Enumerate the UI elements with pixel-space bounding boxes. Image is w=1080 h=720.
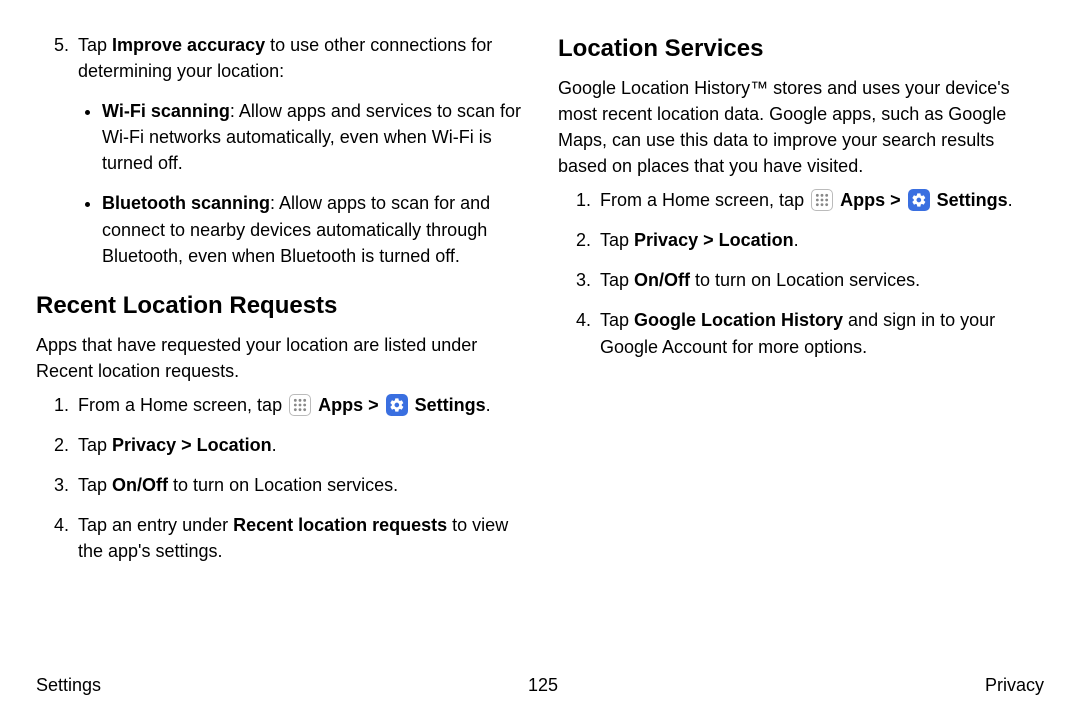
ls2-e: . bbox=[272, 435, 277, 455]
rs2-d: Location bbox=[719, 230, 794, 250]
right-column: Location Services Google Location Histor… bbox=[558, 32, 1044, 578]
rs1-end: . bbox=[1008, 190, 1013, 210]
location-services-heading: Location Services bbox=[558, 32, 1044, 67]
rs3-a: Tap bbox=[600, 270, 634, 290]
left-step-2: Tap Privacy > Location. bbox=[74, 432, 522, 458]
continued-steps-list: Tap Improve accuracy to use other connec… bbox=[36, 32, 522, 269]
ls1-a: From a Home screen, tap bbox=[78, 395, 287, 415]
ls1-sep: > bbox=[363, 395, 384, 415]
right-step-4: Tap Google Location History and sign in … bbox=[596, 307, 1044, 359]
apps-icon bbox=[289, 394, 311, 416]
left-step-3: Tap On/Off to turn on Location services. bbox=[74, 472, 522, 498]
ls3-c: to turn on Location services. bbox=[168, 475, 398, 495]
rs2-c: > bbox=[698, 230, 719, 250]
footer-page-number: 125 bbox=[528, 672, 558, 698]
left-column: Tap Improve accuracy to use other connec… bbox=[36, 32, 522, 578]
step5-text-a: Tap bbox=[78, 35, 112, 55]
rs3-c: to turn on Location services. bbox=[690, 270, 920, 290]
ls1-settings: Settings bbox=[415, 395, 486, 415]
left-step-1: From a Home screen, tap Apps > Settings. bbox=[74, 392, 522, 418]
rs2-e: . bbox=[794, 230, 799, 250]
ls2-b: Privacy bbox=[112, 435, 176, 455]
rs2-a: Tap bbox=[600, 230, 634, 250]
step5-bold: Improve accuracy bbox=[112, 35, 265, 55]
ls4-b: Recent location requests bbox=[233, 515, 447, 535]
left-step-4: Tap an entry under Recent location reque… bbox=[74, 512, 522, 564]
right-step-3: Tap On/Off to turn on Location services. bbox=[596, 267, 1044, 293]
content-columns: Tap Improve accuracy to use other connec… bbox=[36, 32, 1044, 578]
ls2-a: Tap bbox=[78, 435, 112, 455]
right-step-1: From a Home screen, tap Apps > Settings. bbox=[596, 187, 1044, 213]
rs1-a: From a Home screen, tap bbox=[600, 190, 809, 210]
location-services-intro: Google Location History™ stores and uses… bbox=[558, 75, 1044, 179]
ls3-b: On/Off bbox=[112, 475, 168, 495]
right-step-2: Tap Privacy > Location. bbox=[596, 227, 1044, 253]
rs1-sep: > bbox=[885, 190, 906, 210]
rs1-settings: Settings bbox=[937, 190, 1008, 210]
step-5: Tap Improve accuracy to use other connec… bbox=[74, 32, 522, 269]
rs3-b: On/Off bbox=[634, 270, 690, 290]
ls1-end: . bbox=[486, 395, 491, 415]
settings-icon bbox=[908, 189, 930, 211]
rs4-a: Tap bbox=[600, 310, 634, 330]
location-services-steps: From a Home screen, tap Apps > Settings.… bbox=[558, 187, 1044, 359]
ls2-d: Location bbox=[197, 435, 272, 455]
page-footer: Settings 125 Privacy bbox=[36, 672, 1044, 698]
bullet-bluetooth: Bluetooth scanning: Allow apps to scan f… bbox=[102, 190, 522, 268]
ls3-a: Tap bbox=[78, 475, 112, 495]
footer-right: Privacy bbox=[985, 672, 1044, 698]
rs1-apps: Apps bbox=[840, 190, 885, 210]
recent-location-intro: Apps that have requested your location a… bbox=[36, 332, 522, 384]
ls2-c: > bbox=[176, 435, 197, 455]
bullet2-bold: Bluetooth scanning bbox=[102, 193, 270, 213]
ls4-a: Tap an entry under bbox=[78, 515, 233, 535]
bullet-wifi: Wi-Fi scanning: Allow apps and services … bbox=[102, 98, 522, 176]
apps-icon bbox=[811, 189, 833, 211]
bullet1-bold: Wi-Fi scanning bbox=[102, 101, 230, 121]
step5-bullets: Wi-Fi scanning: Allow apps and services … bbox=[78, 98, 522, 269]
ls1-apps: Apps bbox=[318, 395, 363, 415]
settings-icon bbox=[386, 394, 408, 416]
recent-location-heading: Recent Location Requests bbox=[36, 289, 522, 324]
footer-left: Settings bbox=[36, 672, 101, 698]
recent-location-steps: From a Home screen, tap Apps > Settings.… bbox=[36, 392, 522, 564]
rs2-b: Privacy bbox=[634, 230, 698, 250]
rs4-b: Google Location History bbox=[634, 310, 843, 330]
